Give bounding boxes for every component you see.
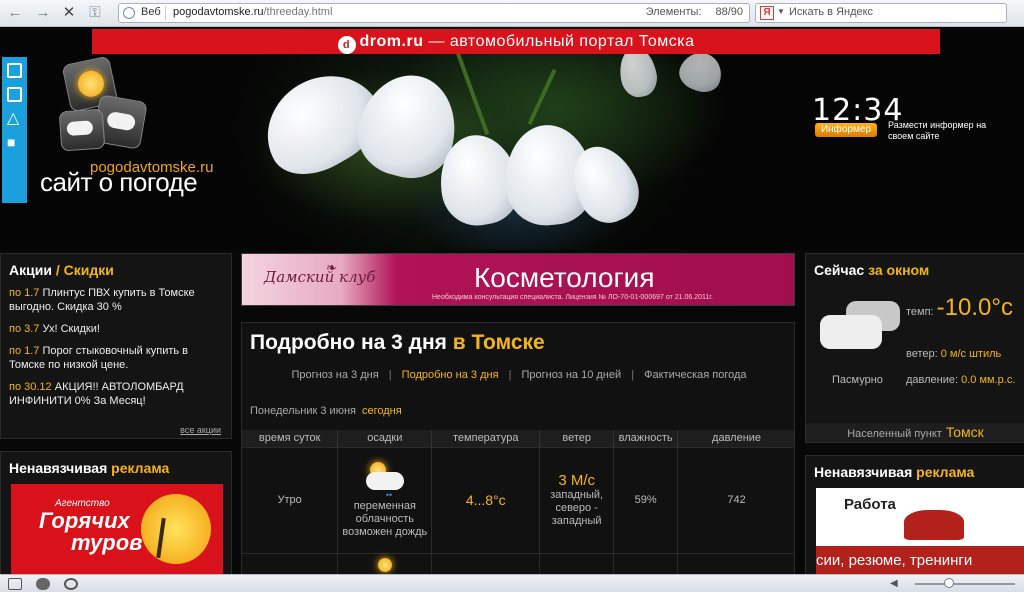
- people-icon: [904, 510, 964, 540]
- cloud-icon: [105, 110, 137, 132]
- cosmetology-ad[interactable]: Дамский клуб ❧ Косметология Необходима к…: [241, 253, 795, 306]
- table-row: [242, 552, 794, 573]
- column-header: осадки: [337, 430, 433, 447]
- rain-cloud-icon: [66, 120, 94, 137]
- book-icon[interactable]: [7, 87, 22, 102]
- flower-stem: [454, 49, 490, 135]
- column-header: давление: [677, 430, 794, 447]
- ads-panel-left: Ненавязчивая реклама Агентство Горячих т…: [0, 451, 232, 574]
- forward-arrow-icon[interactable]: →: [34, 4, 52, 22]
- divider: [165, 6, 166, 20]
- flower-petal: [674, 46, 728, 98]
- partly-cloudy-rain-icon: ••: [362, 461, 408, 500]
- panel-toggle-icon[interactable]: [8, 578, 22, 590]
- precip-cell: •• переменная облачность возможен дождь: [337, 446, 433, 553]
- zoom-slider-handle[interactable]: [944, 578, 954, 588]
- settlement-selector[interactable]: Населенный пункт Томск: [806, 423, 1024, 442]
- browser-status-bar: ◀: [0, 574, 1024, 592]
- all-promos-link[interactable]: все акции: [180, 425, 221, 435]
- time-of-day: Утро: [242, 446, 339, 553]
- tab-three-day[interactable]: Прогноз на 3 дня: [291, 369, 378, 381]
- search-box[interactable]: Я ▼ Искать в Яндекс: [755, 3, 1007, 23]
- stop-icon[interactable]: ✕: [60, 4, 78, 22]
- promo-item[interactable]: по 1.7 Порог стыковочный купить в Томске…: [9, 344, 225, 372]
- search-scope-label[interactable]: Веб: [141, 6, 161, 18]
- column-header: температура: [431, 430, 541, 447]
- zoom-out-icon[interactable]: ◀: [890, 578, 904, 590]
- yandex-icon[interactable]: Я: [760, 6, 774, 20]
- panel-title: Сейчас за окном: [814, 262, 930, 278]
- sun-icon: [377, 558, 392, 573]
- pressure-value: 742: [677, 446, 794, 553]
- tab-actual-weather[interactable]: Фактическая погода: [644, 369, 746, 381]
- chart-icon[interactable]: [7, 63, 22, 78]
- panel-title: Ненавязчивая реклама: [9, 460, 170, 476]
- site-logo-icon[interactable]: [58, 55, 148, 152]
- forecast-tabs: Прогноз на 3 дня | Подробно на 3 дня | П…: [291, 369, 747, 381]
- pressure-row: давление: 0.0 мм.р.с.: [906, 374, 1016, 386]
- humidity-value: 59%: [613, 446, 679, 553]
- jobs-ad[interactable]: Работа сии, резюме, тренинги: [816, 488, 1024, 574]
- promo-item[interactable]: по 1.7 Плинтус ПВХ купить в Томске выгод…: [9, 286, 225, 314]
- ad-title: Косметология: [474, 262, 655, 293]
- wind-row: ветер: 0 м/с штиль: [906, 348, 1002, 360]
- overcast-icon: [816, 299, 902, 354]
- promotions-panel: Акции / Скидки по 1.7 Плинтус ПВХ купить…: [0, 253, 232, 439]
- club-logo: Дамский клуб: [264, 268, 376, 286]
- ads-panel-right: Ненавязчивая реклама Работа сии, резюме,…: [805, 455, 1024, 574]
- panel-title: Акции / Скидки: [9, 262, 114, 278]
- column-header: время суток: [242, 430, 339, 447]
- forecast-panel: Подробно на 3 дня в Томске Прогноз на 3 …: [241, 322, 795, 574]
- sun-icon: [141, 494, 211, 564]
- current-weather-panel: Сейчас за окном Пасмурно темп: -10.0°c в…: [805, 253, 1024, 443]
- back-arrow-icon[interactable]: ←: [6, 4, 24, 22]
- swan-icon: ❧: [326, 260, 337, 275]
- column-header: влажность: [613, 430, 679, 447]
- flower-stem: [527, 68, 557, 126]
- speed-dial-icon[interactable]: [64, 578, 78, 590]
- informer-button[interactable]: Информер: [815, 123, 877, 137]
- temp-row: темп: -10.0°c: [906, 294, 1013, 321]
- informer-link[interactable]: Размести информер на своем сайте: [888, 120, 988, 142]
- site-title[interactable]: сайт о погоде: [40, 167, 198, 198]
- globe-icon: [123, 7, 135, 19]
- temperature-value: 4...8°c: [431, 446, 541, 553]
- address-bar[interactable]: Веб pogodavtomske.ru/threeday.html Элеме…: [118, 3, 750, 23]
- rain-tile-icon: [58, 108, 106, 152]
- hot-tours-ad[interactable]: Агентство Горячих туров: [11, 484, 223, 574]
- table-row: Утро •• переменная облачность возможен д…: [242, 446, 794, 553]
- browser-toolbar: ← → ✕ ⚿ Веб pogodavtomske.ru/threeday.ht…: [0, 0, 1024, 27]
- elements-counter: Элементы: 88/90: [645, 6, 743, 18]
- drom-logo-icon: d: [337, 36, 356, 54]
- key-icon[interactable]: ⚿: [86, 4, 104, 22]
- side-toolbar[interactable]: △ ■: [2, 57, 27, 203]
- wind-cell: 3 М/с западный, северо - западный: [539, 446, 615, 553]
- sun-icon: [75, 68, 107, 100]
- url-text[interactable]: pogodavtomske.ru/threeday.html: [173, 6, 332, 18]
- ad-disclaimer: Необходима консультация специалиста. Лиц…: [432, 294, 713, 301]
- search-input[interactable]: Искать в Яндекс: [789, 6, 873, 18]
- compass-icon[interactable]: △: [7, 111, 22, 127]
- chevron-down-icon[interactable]: ▼: [777, 7, 785, 16]
- promo-item[interactable]: по 30.12 АКЦИЯ!! АВТОЛОМБАРД ИНФИНИТИ 0%…: [9, 380, 225, 408]
- graduation-cap-icon[interactable]: ■: [7, 135, 22, 150]
- header-banner: d drom.ru — автомобильный портал Томска △…: [0, 27, 1024, 250]
- condition-text: Пасмурно: [832, 374, 883, 386]
- page-title: Подробно на 3 дня в Томске: [250, 331, 545, 354]
- zoom-slider[interactable]: [915, 583, 1015, 585]
- column-header: ветер: [539, 430, 615, 447]
- web-page: d drom.ru — автомобильный портал Томска △…: [0, 27, 1024, 574]
- promo-item[interactable]: по 3.7 Ух! Скидки!: [9, 322, 225, 336]
- panel-title: Ненавязчивая реклама: [814, 464, 975, 480]
- drom-ad-banner[interactable]: d drom.ru — автомобильный портал Томска: [92, 29, 940, 54]
- forecast-date: Понедельник 3 июня сегодня: [250, 405, 402, 417]
- tab-detailed-three-day[interactable]: Подробно на 3 дня: [402, 369, 499, 381]
- cloud-sync-icon[interactable]: [36, 578, 50, 590]
- tab-ten-day[interactable]: Прогноз на 10 дней: [522, 369, 622, 381]
- forecast-table: время суток осадки температура ветер вла…: [242, 430, 794, 573]
